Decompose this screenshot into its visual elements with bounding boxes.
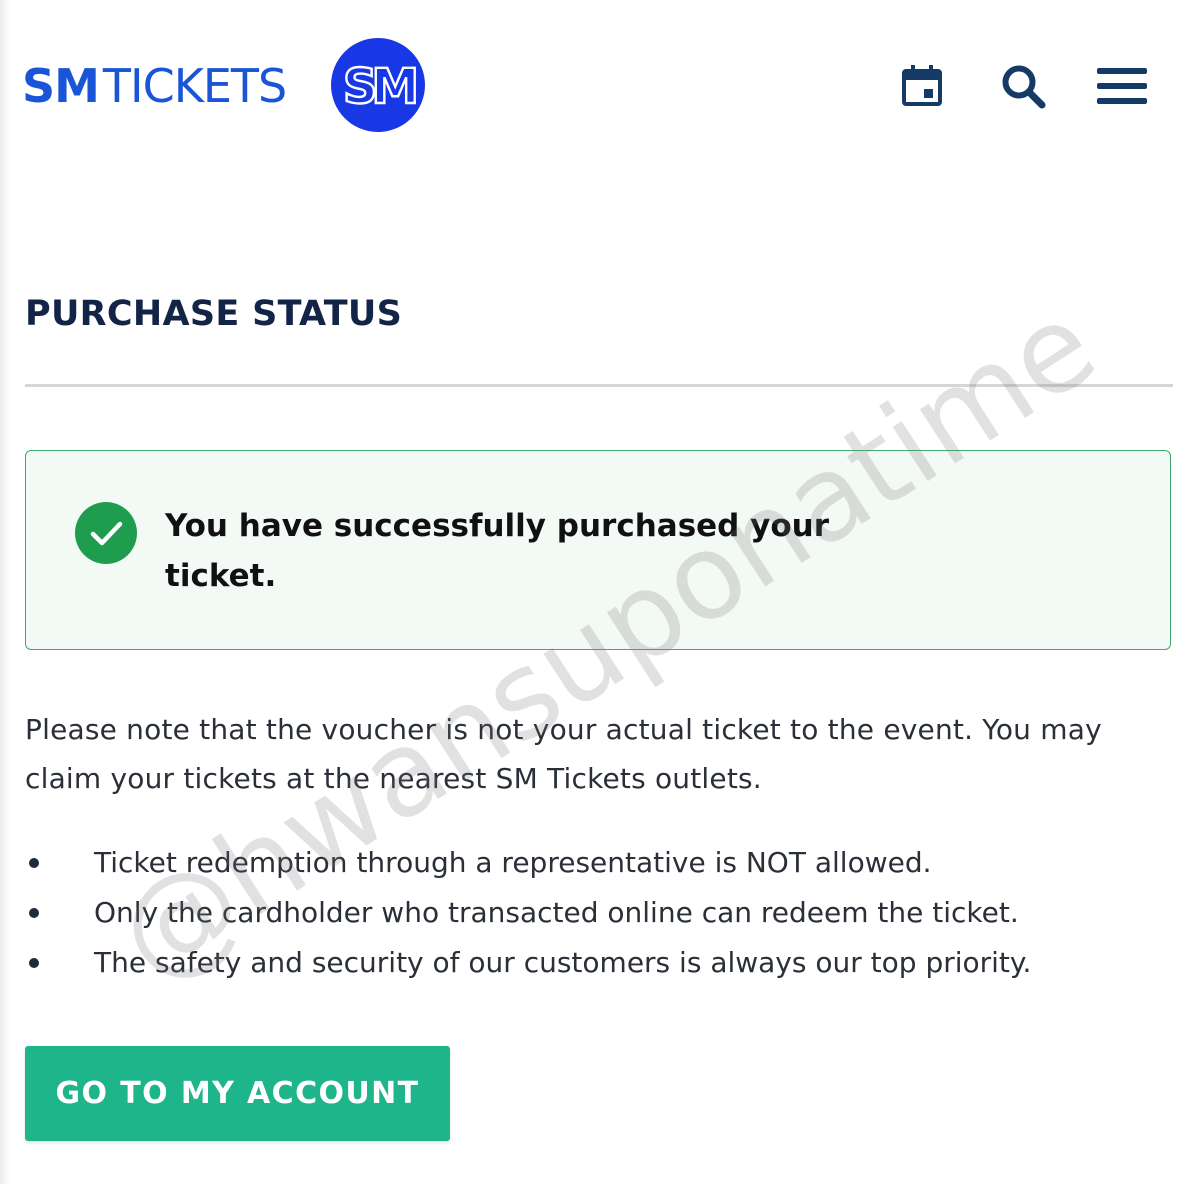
bullet-icon <box>29 858 39 868</box>
site-header: SMTICKETS SM <box>0 0 1200 170</box>
brand-wordmark-bold: SM <box>22 59 100 113</box>
check-circle-icon <box>75 502 137 564</box>
policy-list: Ticket redemption through a representati… <box>25 838 1185 988</box>
brand-wordmark[interactable]: SMTICKETS <box>22 56 287 116</box>
menu-icon[interactable] <box>1094 58 1150 114</box>
go-to-my-account-button[interactable]: GO TO MY ACCOUNT <box>25 1046 450 1141</box>
list-item-text: Ticket redemption through a representati… <box>94 846 932 879</box>
brand-wordmark-light: TICKETS <box>102 59 287 113</box>
calendar-icon[interactable] <box>894 58 950 114</box>
bullet-icon <box>29 958 39 968</box>
page-title: PURCHASE STATUS <box>25 294 403 334</box>
list-item-text: Only the cardholder who transacted onlin… <box>94 896 1019 929</box>
list-item-text: The safety and security of our customers… <box>94 946 1032 979</box>
bullet-icon <box>29 908 39 918</box>
success-message: You have successfully purchased your tic… <box>165 508 830 594</box>
list-item: The safety and security of our customers… <box>25 938 1185 988</box>
title-divider <box>25 384 1173 387</box>
sm-logo[interactable]: SM <box>331 38 425 132</box>
list-item: Only the cardholder who transacted onlin… <box>25 888 1185 938</box>
search-icon[interactable] <box>995 58 1051 114</box>
sm-logo-text: SM <box>343 59 416 115</box>
voucher-note: Please note that the voucher is not your… <box>25 713 1102 795</box>
success-alert: You have successfully purchased your tic… <box>25 450 1171 650</box>
page-edge <box>0 0 10 1184</box>
list-item: Ticket redemption through a representati… <box>25 838 1185 888</box>
